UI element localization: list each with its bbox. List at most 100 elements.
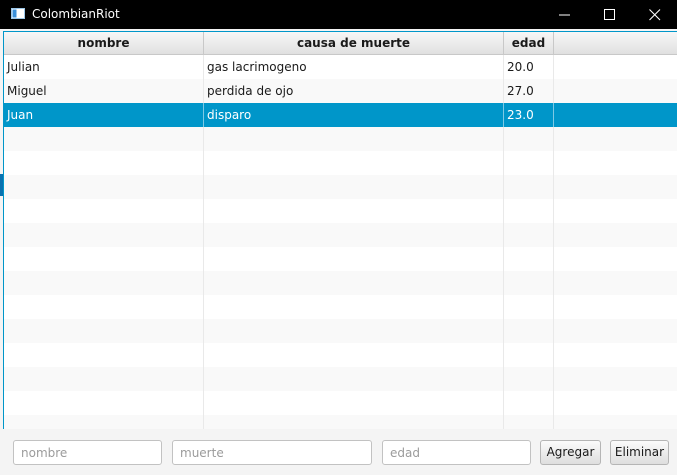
empty-cell — [4, 271, 204, 295]
empty-cell — [204, 415, 504, 429]
delete-button[interactable]: Eliminar — [610, 440, 669, 465]
empty-cell — [4, 127, 204, 151]
empty-cell — [504, 391, 554, 415]
empty-table-row[interactable] — [4, 319, 677, 343]
table-row[interactable]: Juan disparo 23.0 — [4, 103, 677, 127]
empty-cell — [4, 223, 204, 247]
window-icon — [11, 8, 25, 19]
column-header-nombre[interactable]: nombre — [4, 32, 204, 54]
column-header-filler — [554, 32, 677, 54]
empty-cell — [554, 391, 677, 415]
empty-table-row[interactable] — [4, 127, 677, 151]
empty-cell — [204, 319, 504, 343]
empty-cell — [4, 367, 204, 391]
empty-cell — [204, 271, 504, 295]
empty-cell — [4, 175, 204, 199]
empty-cell — [4, 295, 204, 319]
empty-cell — [554, 79, 677, 103]
empty-cell — [204, 223, 504, 247]
column-header-edad[interactable]: edad — [504, 32, 554, 54]
column-header-causa[interactable]: causa de muerte — [204, 32, 504, 54]
empty-cell — [4, 199, 204, 223]
empty-cell — [204, 391, 504, 415]
empty-table-row[interactable] — [4, 271, 677, 295]
empty-cell — [554, 295, 677, 319]
window-content: nombre causa de muerte edad Julian gas la… — [0, 29, 677, 475]
close-button[interactable] — [632, 0, 677, 29]
empty-table-row[interactable] — [4, 415, 677, 429]
empty-cell — [554, 199, 677, 223]
empty-cell — [504, 415, 554, 429]
empty-cell — [504, 223, 554, 247]
empty-cell — [204, 199, 504, 223]
empty-cell — [204, 175, 504, 199]
empty-table-row[interactable] — [4, 391, 677, 415]
empty-cell — [504, 319, 554, 343]
empty-cell — [504, 199, 554, 223]
empty-cell — [504, 295, 554, 319]
empty-table-row[interactable] — [4, 295, 677, 319]
empty-cell — [504, 343, 554, 367]
empty-cell — [204, 247, 504, 271]
maximize-icon — [604, 9, 615, 20]
empty-table-row[interactable] — [4, 151, 677, 175]
add-button[interactable]: Agregar — [540, 440, 601, 465]
empty-cell — [554, 271, 677, 295]
cell-causa: perdida de ojo — [204, 79, 504, 103]
empty-table-row[interactable] — [4, 199, 677, 223]
empty-cell — [204, 367, 504, 391]
empty-table-row[interactable] — [4, 175, 677, 199]
empty-cell — [554, 247, 677, 271]
minimize-button[interactable] — [542, 0, 588, 29]
table-body: Julian gas lacrimogeno 20.0 Miguel perdida d… — [4, 55, 677, 429]
minimize-icon — [559, 14, 570, 16]
empty-cell — [554, 319, 677, 343]
title-bar: ColombianRiot — [0, 0, 677, 29]
empty-cell — [4, 151, 204, 175]
empty-cell — [4, 415, 204, 429]
empty-cell — [554, 127, 677, 151]
muerte-input[interactable] — [172, 440, 372, 465]
empty-table-row[interactable] — [4, 367, 677, 391]
empty-cell — [4, 319, 204, 343]
edad-input[interactable] — [382, 440, 531, 465]
empty-cell — [504, 271, 554, 295]
window-title: ColombianRiot — [32, 7, 120, 21]
empty-table-row[interactable] — [4, 343, 677, 367]
empty-table-row[interactable] — [4, 223, 677, 247]
close-icon — [649, 9, 661, 21]
empty-cell — [554, 151, 677, 175]
data-table[interactable]: nombre causa de muerte edad Julian gas la… — [3, 31, 677, 429]
empty-table-row[interactable] — [4, 247, 677, 271]
cell-nombre: Julian — [4, 55, 204, 79]
empty-cell — [204, 295, 504, 319]
cell-causa: gas lacrimogeno — [204, 55, 504, 79]
empty-cell — [554, 175, 677, 199]
empty-cell — [204, 151, 504, 175]
empty-cell — [554, 223, 677, 247]
empty-cell — [204, 127, 504, 151]
cell-causa: disparo — [204, 103, 504, 127]
cell-nombre: Miguel — [4, 79, 204, 103]
empty-cell — [4, 343, 204, 367]
empty-cell — [554, 55, 677, 79]
maximize-button[interactable] — [587, 0, 633, 29]
empty-cell — [4, 247, 204, 271]
empty-cell — [4, 391, 204, 415]
table-row[interactable]: Miguel perdida de ojo 27.0 — [4, 79, 677, 103]
empty-cell — [504, 175, 554, 199]
cell-edad: 23.0 — [504, 103, 554, 127]
table-row[interactable]: Julian gas lacrimogeno 20.0 — [4, 55, 677, 79]
nombre-input[interactable] — [13, 440, 162, 465]
table-header: nombre causa de muerte edad — [4, 32, 677, 55]
cell-edad: 27.0 — [504, 79, 554, 103]
empty-cell — [504, 247, 554, 271]
empty-cell — [204, 343, 504, 367]
empty-cell — [554, 415, 677, 429]
empty-cell — [504, 127, 554, 151]
empty-cell — [504, 367, 554, 391]
empty-cell — [554, 343, 677, 367]
empty-cell — [554, 367, 677, 391]
cell-edad: 20.0 — [504, 55, 554, 79]
cell-nombre: Juan — [4, 103, 204, 127]
